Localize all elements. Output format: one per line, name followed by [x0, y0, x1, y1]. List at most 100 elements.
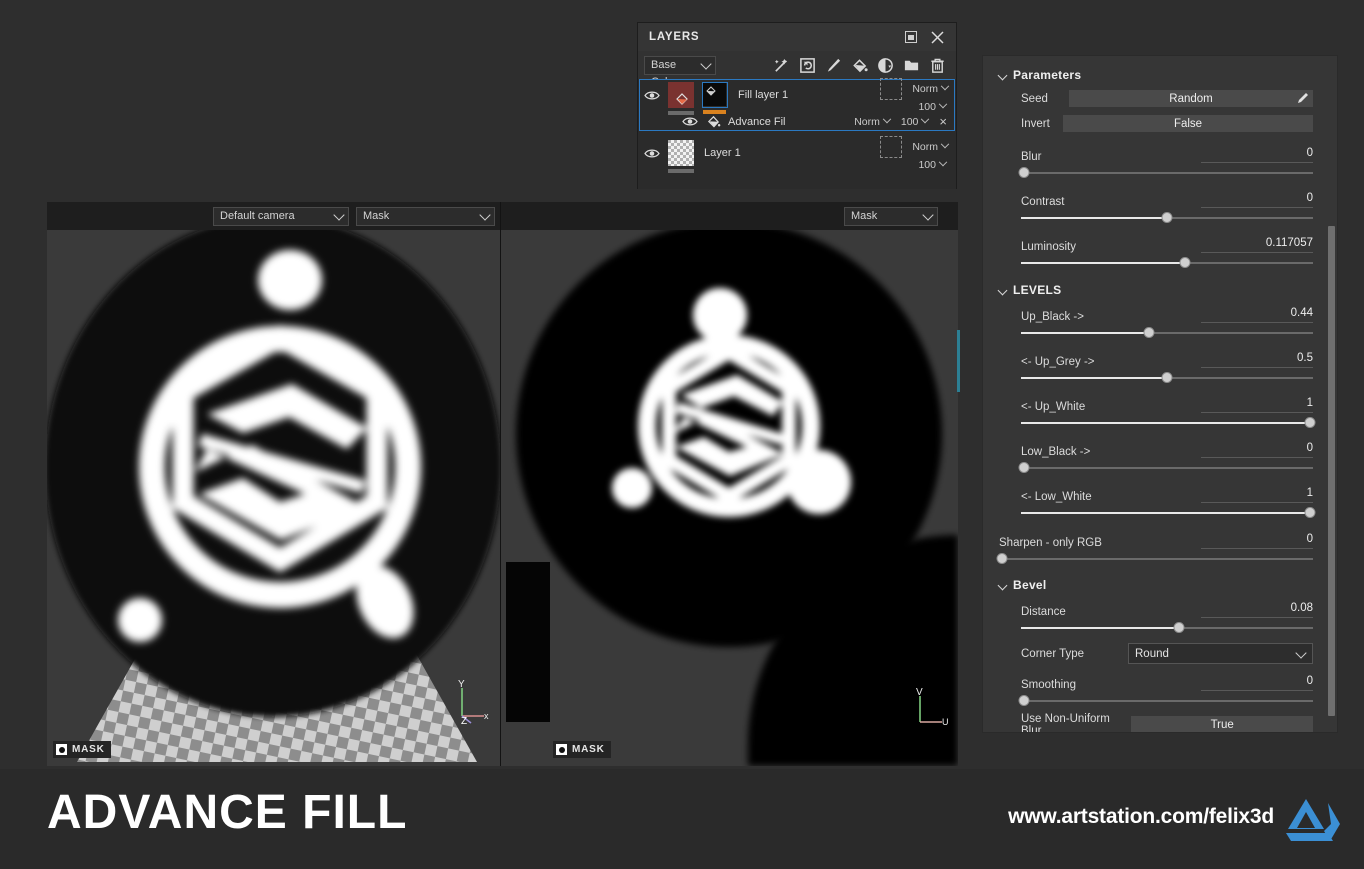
param-up-white: <- Up_White 1 [1021, 393, 1313, 429]
effect-remove-button[interactable]: × [939, 114, 947, 129]
folder-icon[interactable] [903, 57, 920, 74]
trash-icon[interactable] [929, 57, 946, 74]
pencil-icon[interactable] [1297, 92, 1309, 104]
svg-text:Y: Y [458, 679, 465, 690]
section-header-levels[interactable]: LEVELS [999, 283, 1313, 297]
chevron-down-icon [941, 81, 949, 89]
layer-mask-swatch [703, 83, 726, 106]
slider-knob[interactable] [1305, 507, 1316, 518]
luminosity-value[interactable]: 0.117057 [1266, 237, 1313, 249]
close-icon[interactable] [931, 31, 944, 44]
distance-value[interactable]: 0.08 [1291, 602, 1313, 614]
viewport-2d[interactable]: Mask MASK V U [500, 202, 958, 766]
slider-fill [1021, 332, 1149, 334]
paint-brush-icon[interactable] [825, 57, 842, 74]
slider-knob[interactable] [1179, 257, 1190, 268]
generator-icon[interactable] [799, 57, 816, 74]
chevron-down-icon [479, 209, 490, 220]
layer-selection-box[interactable] [880, 136, 902, 158]
effect-visibility-icon[interactable] [682, 116, 698, 127]
up-black-slider[interactable] [1021, 327, 1313, 339]
layer-name: Layer 1 [704, 147, 741, 159]
low-black-value[interactable]: 0 [1307, 442, 1313, 454]
param-label-low-black: Low_Black -> [1021, 446, 1090, 458]
layer-blend-mode[interactable]: Norm [912, 141, 948, 153]
smoothing-value[interactable]: 0 [1307, 675, 1313, 687]
channel-select[interactable]: Base Color [644, 56, 716, 75]
table-row[interactable]: Layer 1 Norm 100 [638, 134, 956, 172]
layer-opacity[interactable]: 100 [918, 159, 946, 171]
slider-knob[interactable] [1018, 167, 1029, 178]
axis-gizmo-uv: V U [904, 684, 950, 732]
magic-wand-icon[interactable] [773, 57, 790, 74]
up-grey-slider[interactable] [1021, 372, 1313, 384]
slider-knob[interactable] [1173, 622, 1184, 633]
viewport-2d-toolbar: Mask [501, 202, 958, 230]
paint-bucket-icon[interactable] [851, 57, 868, 74]
seed-field[interactable]: Random [1069, 90, 1313, 107]
camera-dropdown[interactable]: Default camera [213, 207, 349, 226]
low-black-slider[interactable] [1021, 462, 1313, 474]
contrast-slider[interactable] [1021, 212, 1313, 224]
luminosity-slider[interactable] [1021, 257, 1313, 269]
layer-visibility-icon[interactable] [644, 90, 660, 101]
section-header-parameters[interactable]: Parameters [999, 68, 1313, 82]
chevron-down-icon [883, 114, 891, 122]
blur-value[interactable]: 0 [1307, 147, 1313, 159]
effect-opacity-value: 100 [901, 116, 919, 128]
up-white-value[interactable]: 1 [1307, 397, 1313, 409]
list-item[interactable]: Advance Fil Norm 100 × [638, 111, 956, 132]
low-white-value[interactable]: 1 [1307, 487, 1313, 499]
slider-knob[interactable] [1162, 372, 1173, 383]
slider-knob[interactable] [1018, 462, 1029, 473]
effect-name: Advance Fil [728, 116, 785, 128]
slider-knob[interactable] [1018, 695, 1029, 706]
param-corner-type: Corner Type Round [1021, 643, 1313, 664]
viewport-3d-channel-dropdown[interactable]: Mask [356, 207, 495, 226]
viewport-2d-channel-dropdown[interactable]: Mask [844, 207, 938, 226]
slider-track [1021, 172, 1313, 174]
smoothing-slider[interactable] [1021, 695, 1313, 707]
layer-selection-box[interactable] [880, 78, 902, 100]
up-grey-value[interactable]: 0.5 [1297, 352, 1313, 364]
invert-toggle[interactable]: False [1063, 115, 1313, 132]
slider-knob[interactable] [1305, 417, 1316, 428]
viewport-3d-mask-label: MASK [72, 744, 105, 755]
corner-type-value: Round [1135, 648, 1169, 660]
chevron-down-icon [998, 580, 1008, 590]
param-label-blur: Blur [1021, 151, 1041, 163]
sharpen-slider[interactable] [999, 553, 1313, 565]
sharpen-value[interactable]: 0 [1307, 533, 1313, 545]
effect-opacity[interactable]: 100 [901, 116, 929, 128]
parameters-scrollbar[interactable] [1328, 226, 1335, 716]
blur-slider[interactable] [1021, 167, 1313, 179]
viewport-scroll-indicator[interactable] [957, 330, 960, 392]
non-uniform-blur-toggle[interactable]: True [1131, 716, 1313, 733]
layer-color-thumbnail[interactable] [668, 140, 694, 166]
effect-blend-mode-value: Norm [854, 116, 880, 128]
section-header-bevel[interactable]: Bevel [999, 578, 1313, 592]
chevron-down-icon [700, 58, 711, 69]
chevron-down-icon [922, 209, 933, 220]
corner-type-dropdown[interactable]: Round [1128, 643, 1313, 664]
slider-knob[interactable] [1162, 212, 1173, 223]
low-white-slider[interactable] [1021, 507, 1313, 519]
effect-blend-mode[interactable]: Norm [854, 116, 890, 128]
layer-color-thumbnail[interactable] [668, 82, 694, 108]
param-label-corner-type: Corner Type [1021, 648, 1084, 660]
layer-mask-thumbnail[interactable] [702, 82, 728, 108]
table-row[interactable]: Fill layer 1 Norm 100 [638, 79, 956, 111]
effects-icon[interactable] [877, 57, 894, 74]
chevron-down-icon [939, 99, 947, 107]
layer-blend-mode[interactable]: Norm [912, 83, 948, 95]
contrast-value[interactable]: 0 [1307, 192, 1313, 204]
up-black-value[interactable]: 0.44 [1291, 307, 1313, 319]
restore-icon[interactable] [905, 31, 917, 43]
slider-knob[interactable] [1144, 327, 1155, 338]
slider-knob[interactable] [997, 553, 1008, 564]
distance-slider[interactable] [1021, 622, 1313, 634]
viewport-3d[interactable]: Default camera Mask MASK Y x Z [47, 202, 500, 766]
layers-toolbar: Base Color [638, 51, 956, 79]
layer-visibility-icon[interactable] [644, 148, 660, 159]
up-white-slider[interactable] [1021, 417, 1313, 429]
